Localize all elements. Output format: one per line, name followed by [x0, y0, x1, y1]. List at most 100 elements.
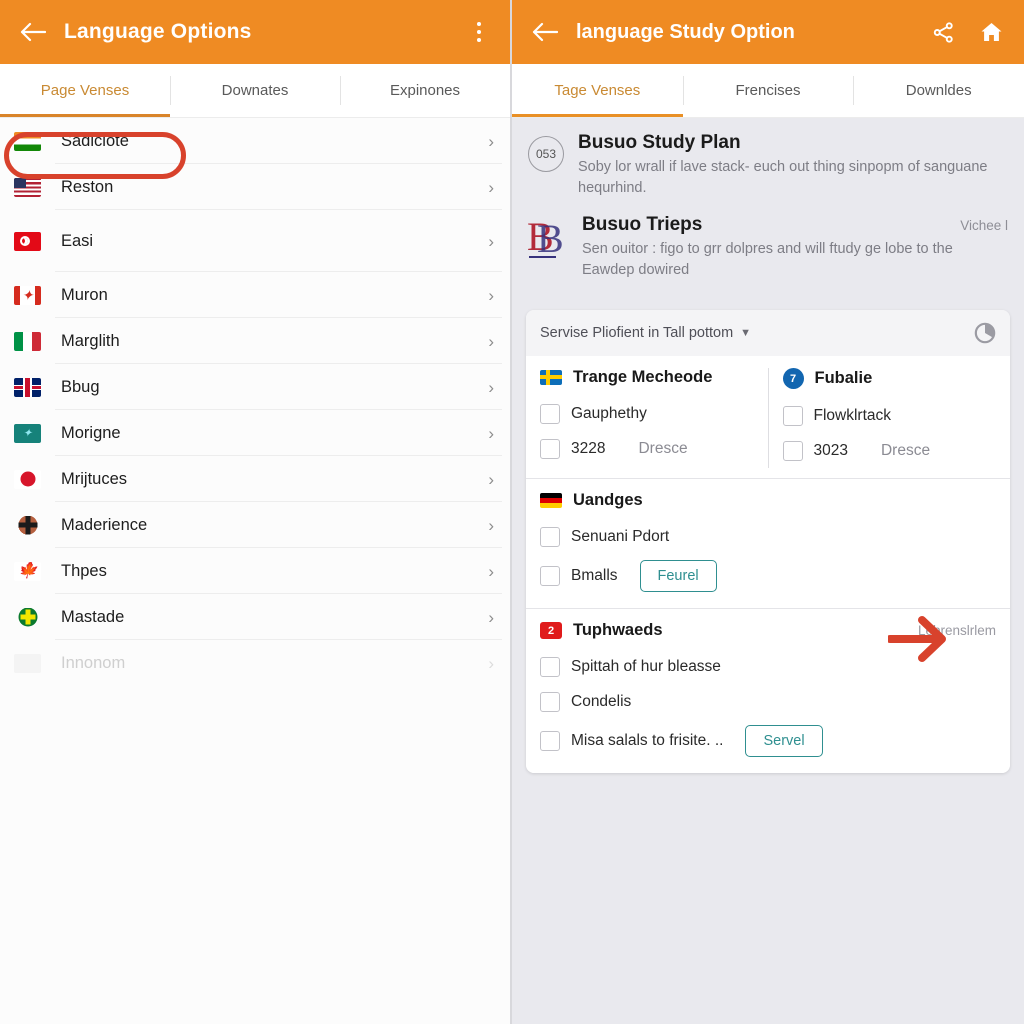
- list-item-label: Innonom: [61, 653, 126, 672]
- checkbox-row[interactable]: Condelis: [540, 684, 996, 719]
- left-appbar: Language Options: [0, 0, 510, 64]
- share-icon[interactable]: [926, 15, 960, 49]
- pie-chart-icon[interactable]: [974, 322, 996, 344]
- chevron-right-icon: ›: [488, 423, 494, 443]
- list-item[interactable]: Innonom ›: [0, 640, 510, 686]
- left-tabbar: Page Venses Downates Expinones: [0, 64, 510, 118]
- list-item-label: Thpes: [61, 561, 107, 580]
- study-plan-desc: Soby lor wrall if lave stack- euch out t…: [578, 159, 988, 196]
- servel-button[interactable]: Servel: [745, 725, 823, 758]
- checkbox-label: Bmalls: [571, 567, 618, 585]
- section-header: Uandges: [540, 491, 996, 510]
- list-item[interactable]: Maderience ›: [0, 502, 510, 548]
- red-badge-icon: 2: [540, 622, 562, 640]
- language-list: Sadiclote › Reston › Easi › ✦ Muron › Ma…: [0, 118, 510, 686]
- list-item[interactable]: Sadiclote ›: [0, 118, 510, 164]
- checkbox[interactable]: [782, 405, 803, 426]
- list-item-label: Muron: [61, 285, 108, 304]
- back-arrow-icon[interactable]: [528, 15, 562, 49]
- svg-text:B: B: [537, 216, 564, 261]
- checkbox[interactable]: [540, 566, 560, 587]
- list-item-label: Bbug: [61, 377, 100, 396]
- checkbox-row[interactable]: Senuani Pdort: [540, 519, 996, 554]
- list-item[interactable]: Bbug ›: [0, 364, 510, 410]
- checkbox[interactable]: [540, 438, 560, 459]
- checkbox-row[interactable]: Flowklrtack: [782, 398, 997, 433]
- list-item[interactable]: Mrijtuces ›: [0, 456, 510, 502]
- checkbox[interactable]: [540, 526, 560, 547]
- checkbox-row-with-action[interactable]: Bmalls Feurel: [540, 554, 996, 598]
- study-trips-item[interactable]: B B Busuo Trieps Vichee l Sen ouitor : f…: [527, 214, 1008, 280]
- teal-flag-icon: ✦: [14, 423, 41, 443]
- study-trips-desc: Sen ouitor : figo to grr dolpres and wil…: [582, 241, 953, 278]
- checkbox[interactable]: [540, 403, 560, 424]
- count-badge: 053: [528, 136, 564, 172]
- tab-expinones[interactable]: Expinones: [340, 64, 510, 117]
- checkbox-row[interactable]: 3228 Dresce: [540, 431, 754, 466]
- uk-flag-icon: [14, 377, 41, 397]
- study-plan-title: Busuo Study Plan: [578, 132, 741, 153]
- busuo-b-logo: B B: [527, 214, 568, 262]
- page-title: Language Options: [64, 20, 252, 43]
- checkbox-label: Spittah of hur bleasse: [571, 657, 721, 675]
- chevron-right-icon: ›: [488, 607, 494, 627]
- checkbox[interactable]: [540, 731, 560, 752]
- checkbox-row[interactable]: 3023 Dresce: [782, 433, 997, 468]
- checkbox-sublabel: Dresce: [638, 439, 688, 457]
- more-vertical-icon[interactable]: [464, 15, 494, 49]
- chevron-right-icon: ›: [488, 377, 494, 397]
- checkbox[interactable]: [540, 656, 560, 677]
- checkbox-label: Flowklrtack: [813, 406, 892, 424]
- back-arrow-icon[interactable]: [16, 15, 50, 49]
- tab-label: Downates: [221, 82, 289, 99]
- feurel-button[interactable]: Feurel: [639, 560, 717, 593]
- tab-label: Page Venses: [40, 82, 130, 99]
- tab-tage-venses[interactable]: Tage Venses: [512, 64, 683, 117]
- section-header: Trange Mecheode: [540, 368, 754, 387]
- home-icon[interactable]: [974, 15, 1008, 49]
- tab-downates[interactable]: Downates: [170, 64, 340, 117]
- checkbox-row-with-action[interactable]: Misa salals to frisite. .. Servel: [540, 719, 996, 763]
- japan-flag-icon: [14, 469, 41, 489]
- turkey-flag-icon: [14, 231, 41, 251]
- checkbox-label: Misa salals to frisite. ..: [571, 732, 724, 750]
- list-item[interactable]: ✦ Muron ›: [0, 272, 510, 318]
- grey-flag-icon: [14, 653, 41, 673]
- list-item[interactable]: 🍁 Thpes ›: [0, 548, 510, 594]
- list-item[interactable]: Easi ›: [0, 210, 510, 272]
- checkbox-label: Condelis: [571, 692, 632, 710]
- checkbox-sublabel: Dresce: [880, 441, 931, 459]
- study-trips-meta: Vichee l: [960, 218, 1008, 234]
- tab-page-venses[interactable]: Page Venses: [0, 64, 170, 117]
- study-trips-head: Busuo Trieps Vichee l: [582, 214, 1008, 239]
- chevron-right-icon: ›: [488, 561, 494, 581]
- card-filter-header[interactable]: Servise Pliofient in Tall pottom ▼: [526, 310, 1010, 357]
- sweden-flag-icon: [540, 370, 562, 386]
- green-cross-flag-icon: [14, 607, 41, 627]
- list-item[interactable]: ✦ Morigne ›: [0, 410, 510, 456]
- list-item[interactable]: Mastade ›: [0, 594, 510, 640]
- section-title: Tuphwaeds: [573, 621, 663, 640]
- checkbox[interactable]: [540, 691, 560, 712]
- checkbox[interactable]: [782, 440, 803, 461]
- tab-downldes[interactable]: Downldes: [853, 64, 1024, 117]
- study-plan-item[interactable]: 053 Busuo Study Plan Soby lor wrall if l…: [528, 132, 1008, 198]
- tab-label: Frencises: [735, 82, 801, 99]
- maple-leaf-flag-icon: 🍁: [14, 561, 41, 581]
- list-item[interactable]: Reston ›: [0, 164, 510, 210]
- list-item-label: Morigne: [61, 423, 121, 442]
- list-item-label: Reston: [61, 177, 114, 196]
- section-title: Trange Mecheode: [573, 368, 713, 387]
- usa-flag-icon: [14, 177, 41, 197]
- list-item-label: Mastade: [61, 607, 125, 626]
- study-plan-body: Busuo Study Plan Soby lor wrall if lave …: [578, 132, 1008, 198]
- checkbox-row[interactable]: Gauphethy: [540, 396, 754, 431]
- chevron-right-icon: ›: [488, 515, 494, 535]
- chevron-down-icon: ▼: [740, 327, 752, 340]
- chevron-right-icon: ›: [488, 131, 494, 151]
- two-column-wrap: Trange Mecheode Gauphethy 3228 Dresce 7 …: [526, 368, 1010, 469]
- right-panel: language Study Option Tage Venses Frenci…: [512, 0, 1024, 1024]
- canada-flag-icon: ✦: [14, 285, 41, 305]
- list-item[interactable]: Marglith ›: [0, 318, 510, 364]
- tab-frencises[interactable]: Frencises: [682, 64, 854, 117]
